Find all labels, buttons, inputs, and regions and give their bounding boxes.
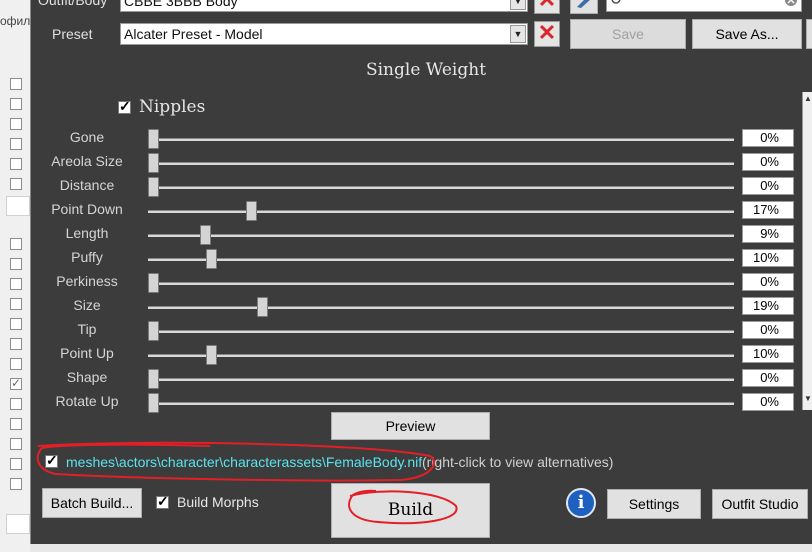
annotation-ellipse-build <box>348 489 458 525</box>
annotation-ellipse-path <box>36 441 436 482</box>
annotation-overlay <box>36 441 458 525</box>
